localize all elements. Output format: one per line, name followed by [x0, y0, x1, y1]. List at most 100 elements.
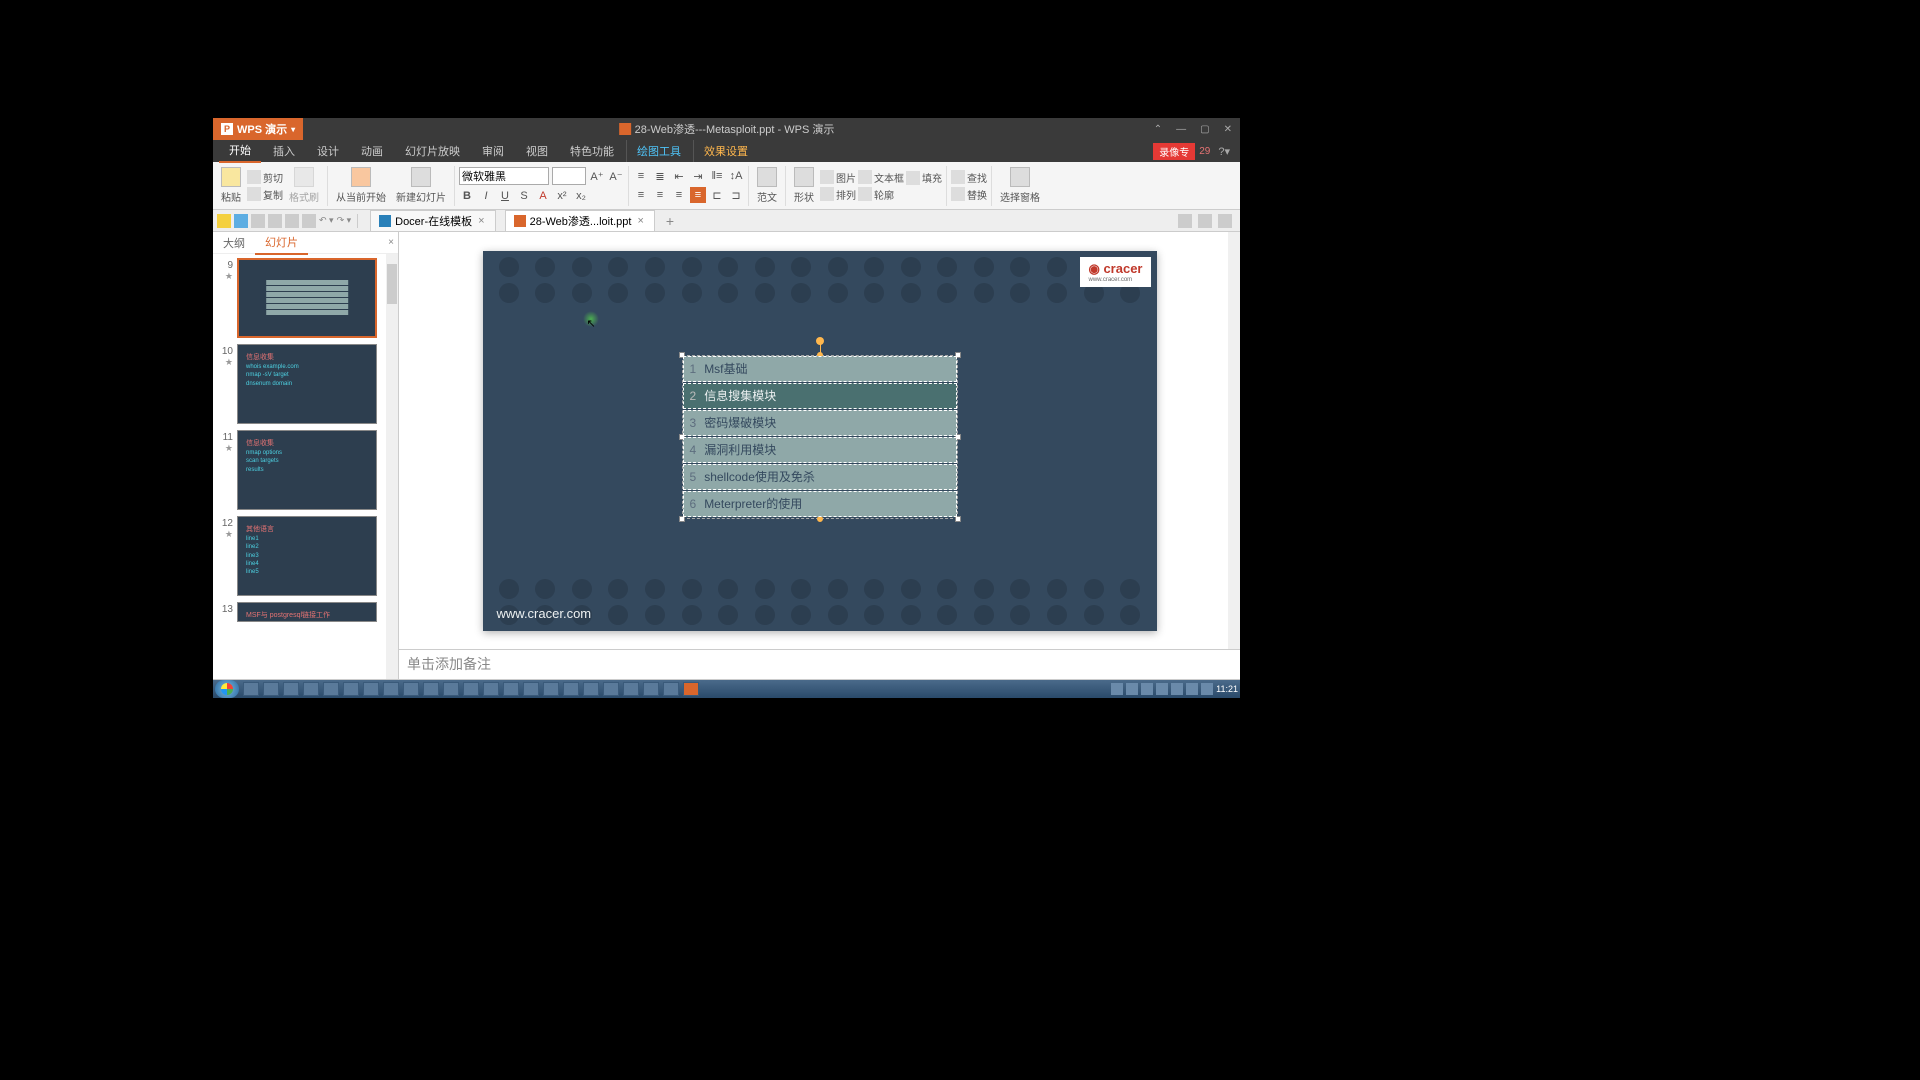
numbering-button[interactable]: ≣	[652, 168, 668, 184]
app-badge-dropdown-icon[interactable]: ▾	[291, 125, 295, 134]
new-slide-button[interactable]: 新建幻灯片	[392, 167, 450, 204]
indent-right-button[interactable]: ⊐	[728, 187, 744, 203]
tray-icon-4[interactable]	[1156, 683, 1168, 695]
align-right-button[interactable]: ≡	[671, 187, 687, 203]
thumbnail-13[interactable]: MSF与 postgresql链接工作	[237, 602, 377, 622]
taskbar-app-14[interactable]	[503, 682, 519, 696]
taskbar-app-13[interactable]	[483, 682, 499, 696]
menu-design[interactable]: 设计	[307, 140, 349, 162]
menu-animation[interactable]: 动画	[351, 140, 393, 162]
thumbnail-list[interactable]: 9★ 10★ 信息收集whois example.comnmap -sV tar…	[213, 254, 398, 679]
tray-icon-5[interactable]	[1171, 683, 1183, 695]
toc-item-1[interactable]: 1Msf基础	[683, 356, 957, 382]
format-painter-button[interactable]: 格式刷	[285, 167, 323, 204]
redo-icon[interactable]	[302, 214, 316, 228]
taskbar-app-1[interactable]	[243, 682, 259, 696]
tray-volume-icon[interactable]	[1201, 683, 1213, 695]
decrease-indent-button[interactable]: ⇤	[671, 168, 687, 184]
thumb-row-9[interactable]: 9★	[217, 258, 394, 338]
ribbon-collapse-icon[interactable]: ⌃	[1154, 124, 1162, 135]
toc-item-2[interactable]: 2信息搜集模块	[683, 383, 957, 409]
canvas-scrollbar-v[interactable]	[1228, 232, 1240, 649]
from-current-button[interactable]: 从当前开始	[332, 167, 390, 204]
textbox-button[interactable]: 文本框	[858, 170, 904, 185]
thumbnail-12[interactable]: 其他语言line1line2line3line4line5	[237, 516, 377, 596]
taskbar-app-11[interactable]	[443, 682, 459, 696]
strikethrough-button[interactable]: S	[516, 188, 532, 204]
taskbar-app-3[interactable]	[283, 682, 299, 696]
line-spacing-button[interactable]: ‖≡	[709, 168, 725, 184]
undo-dropdown-icon[interactable]: ↶ ▾	[319, 215, 334, 226]
new-tab-button[interactable]: +	[658, 213, 682, 229]
taskbar-app-22[interactable]	[663, 682, 679, 696]
taskbar-app-9[interactable]	[403, 682, 419, 696]
taskbar-app-2[interactable]	[263, 682, 279, 696]
slide[interactable]: ◉ cracer www.cracer.com www.cracer.com ↖	[483, 251, 1157, 631]
tray-icon-3[interactable]	[1141, 683, 1153, 695]
taskbar-app-12[interactable]	[463, 682, 479, 696]
toc-item-6[interactable]: 6Meterpreter的使用	[683, 491, 957, 517]
outline-button[interactable]: 轮廓	[858, 187, 904, 202]
recording-badge[interactable]: 录像专	[1153, 143, 1195, 160]
taskbar-app-18[interactable]	[583, 682, 599, 696]
thumbs-scroll-thumb[interactable]	[387, 264, 397, 304]
taskbar-app-10[interactable]	[423, 682, 439, 696]
tray-icon-6[interactable]	[1186, 683, 1198, 695]
toc-item-5[interactable]: 5shellcode使用及免杀	[683, 464, 957, 490]
menu-features[interactable]: 特色功能	[560, 140, 624, 162]
taskbar-clock[interactable]: 11:21	[1216, 684, 1238, 694]
windows-taskbar[interactable]: 11:21	[213, 680, 1240, 698]
bullets-button[interactable]: ≡	[633, 168, 649, 184]
print-preview-icon[interactable]	[268, 214, 282, 228]
subscript-button[interactable]: x₂	[573, 188, 589, 204]
cut-button[interactable]: 剪切	[247, 170, 283, 185]
taskbar-app-20[interactable]	[623, 682, 639, 696]
italic-button[interactable]: I	[478, 188, 494, 204]
qb-tool3-icon[interactable]	[1218, 214, 1232, 228]
indent-left-button[interactable]: ⊏	[709, 187, 725, 203]
taskbar-app-6[interactable]	[343, 682, 359, 696]
tray-icon-1[interactable]	[1111, 683, 1123, 695]
undo-icon[interactable]	[285, 214, 299, 228]
menu-view[interactable]: 视图	[516, 140, 558, 162]
copy-button[interactable]: 复制	[247, 187, 283, 202]
thumb-row-12[interactable]: 12★ 其他语言line1line2line3line4line5	[217, 516, 394, 596]
font-name-select[interactable]	[459, 167, 549, 185]
slide-wrapper[interactable]: ◉ cracer www.cracer.com www.cracer.com ↖	[399, 232, 1240, 649]
thumbnail-9[interactable]	[237, 258, 377, 338]
shape-button[interactable]: 形状	[790, 167, 818, 204]
grow-font-button[interactable]: A⁺	[589, 168, 605, 184]
menu-drawing-tools[interactable]: 绘图工具	[626, 140, 691, 162]
close-button[interactable]: ✕	[1224, 124, 1232, 135]
increase-indent-button[interactable]: ⇥	[690, 168, 706, 184]
maximize-button[interactable]: ▢	[1200, 124, 1209, 135]
panel-tab-outline[interactable]: 大纲	[213, 232, 255, 254]
superscript-button[interactable]: x²	[554, 188, 570, 204]
taskbar-app-wps[interactable]	[683, 682, 699, 696]
help-icon[interactable]: ?▾	[1214, 145, 1234, 158]
replace-button[interactable]: 替换	[951, 187, 987, 202]
taskbar-app-4[interactable]	[303, 682, 319, 696]
taskbar-app-21[interactable]	[643, 682, 659, 696]
template-button[interactable]: 范文	[753, 167, 781, 204]
menu-review[interactable]: 审阅	[472, 140, 514, 162]
taskbar-app-7[interactable]	[363, 682, 379, 696]
app-badge[interactable]: P WPS 演示 ▾	[213, 118, 303, 140]
arrange-button[interactable]: 排列	[820, 187, 856, 202]
taskbar-app-15[interactable]	[523, 682, 539, 696]
text-direction-button[interactable]: ↕A	[728, 168, 744, 184]
redo-dropdown-icon[interactable]: ↷ ▾	[337, 215, 352, 226]
menu-effect-settings[interactable]: 效果设置	[693, 140, 758, 162]
underline-button[interactable]: U	[497, 188, 513, 204]
panel-close-icon[interactable]: ×	[388, 237, 394, 248]
menu-slideshow[interactable]: 幻灯片放映	[395, 140, 470, 162]
print-icon[interactable]	[251, 214, 265, 228]
qb-tool1-icon[interactable]	[1178, 214, 1192, 228]
notes-area[interactable]: 单击添加备注	[399, 649, 1240, 679]
font-color-button[interactable]: A	[535, 188, 551, 204]
save-icon[interactable]	[234, 214, 248, 228]
start-button[interactable]	[215, 680, 239, 698]
tab-document[interactable]: 28-Web渗透...loit.ppt ×	[505, 210, 655, 231]
paste-button[interactable]: 粘贴	[217, 167, 245, 204]
tray-icon-2[interactable]	[1126, 683, 1138, 695]
